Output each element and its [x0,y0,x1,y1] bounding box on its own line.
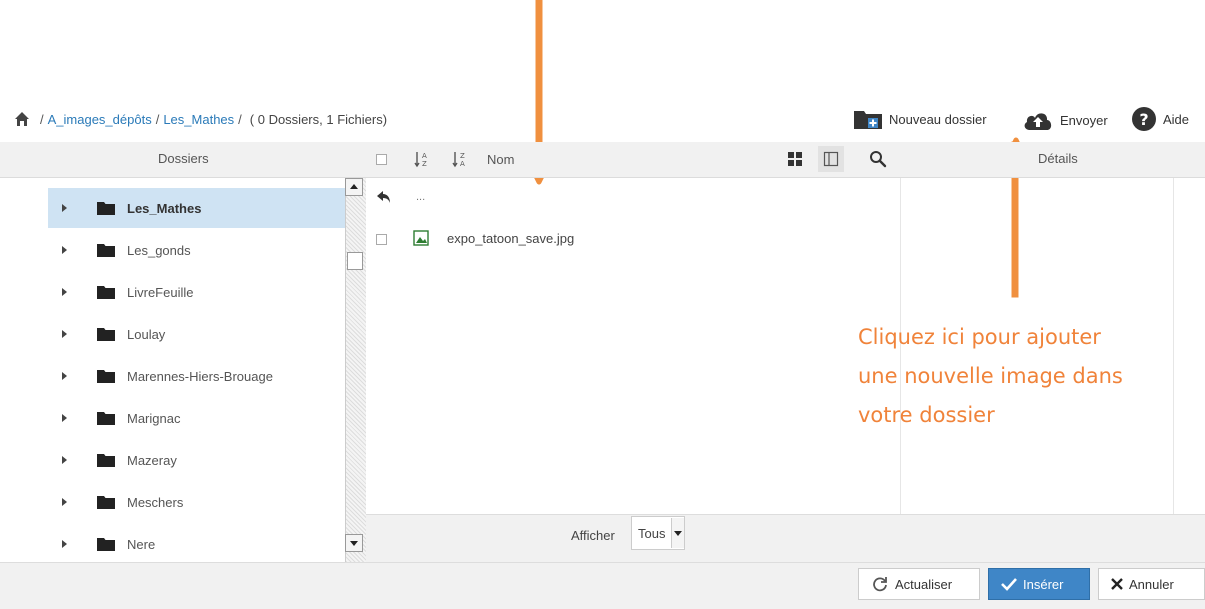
breadcrumb: / A_images_dépôts / Les_Mathes / ( 0 Dos… [14,111,387,127]
scroll-down-button[interactable] [345,534,363,552]
folder-icon [97,328,115,341]
cancel-button[interactable]: Annuler [1098,568,1205,600]
annotation-line: votre dossier [858,403,995,427]
file-row[interactable]: expo_tatoon_save.jpg [376,230,574,246]
upload-button[interactable]: Envoyer [1022,108,1108,132]
tree-item-label: Meschers [127,494,184,510]
file-checkbox[interactable] [376,233,387,245]
folders-column-header: Dossiers [158,151,209,166]
folder-icon [97,202,115,215]
svg-text:A: A [422,152,427,160]
close-icon [1111,578,1123,590]
home-icon[interactable] [14,111,30,127]
tree-item-label: Marennes-Hiers-Brouage [127,368,273,384]
tree-item[interactable]: Les_gonds [48,230,345,270]
sort-desc-icon[interactable]: Z A [452,150,468,168]
folder-summary: ( 0 Dossiers, 1 Fichiers) [249,111,388,127]
name-column-header[interactable]: Nom [487,152,514,167]
tree-item[interactable]: Loulay [48,314,345,354]
tree-item-label: Nere [127,536,156,552]
expand-caret-icon[interactable] [62,540,67,548]
parent-folder-label: ... [416,191,426,203]
new-folder-button[interactable]: Nouveau dossier [853,108,987,130]
breadcrumb-link-a-images[interactable]: A_images_dépôts [48,112,152,127]
tree-item[interactable]: Les_Mathes [48,188,345,228]
folder-tree: Les_Mathes Les_gonds LivreFeuille Loulay Mar… [0,178,345,562]
annotation-line: Cliquez ici pour ajouter [858,325,1101,349]
svg-text:Z: Z [422,160,427,168]
back-arrow-icon [377,191,390,203]
tree-item[interactable]: Marennes-Hiers-Brouage [48,356,345,396]
tree-item[interactable]: Marignac [48,398,345,438]
grid-view-icon[interactable] [787,151,803,167]
tree-item-label: LivreFeuille [127,284,194,300]
refresh-label: Actualiser [895,576,953,592]
folder-icon [97,244,115,257]
cloud-upload-icon [1024,113,1052,130]
breadcrumb-separator: / [238,111,242,127]
svg-text:Z: Z [460,152,465,160]
tree-item[interactable]: Mazeray [48,440,345,480]
columns-view-icon [823,151,839,167]
insert-label: Insérer [1023,576,1064,592]
folder-icon [97,496,115,509]
search-icon[interactable] [869,150,887,168]
filter-bar [366,514,1205,563]
annotation-text: Cliquez ici pour ajouter une nouvelle im… [858,318,1198,435]
help-label: Aide [1163,111,1190,127]
tree-item[interactable]: LivreFeuille [48,272,345,312]
refresh-icon [873,577,887,592]
dropdown-arrow-icon [671,518,685,548]
tree-item-label: Loulay [127,326,166,342]
svg-text:?: ? [1139,110,1148,129]
parent-folder-row[interactable]: ... [376,190,425,204]
expand-caret-icon[interactable] [62,288,67,296]
expand-caret-icon[interactable] [62,246,67,254]
breadcrumb-separator: / [155,111,160,127]
new-folder-label: Nouveau dossier [889,111,987,127]
filter-value: Tous [638,525,666,541]
tree-item-label: Les_gonds [127,242,191,258]
image-file-icon [413,230,429,246]
cancel-label: Annuler [1129,576,1174,592]
folder-icon [97,370,115,383]
file-name: expo_tatoon_save.jpg [447,230,575,246]
folder-tree-scrollbar[interactable] [345,178,366,562]
expand-caret-icon[interactable] [62,414,67,422]
expand-caret-icon[interactable] [62,204,67,212]
help-icon: ? [1132,107,1156,131]
expand-caret-icon[interactable] [62,330,67,338]
expand-caret-icon[interactable] [62,498,67,506]
expand-caret-icon[interactable] [62,456,67,464]
breadcrumb-separator: / [40,111,44,127]
tree-item-label: Mazeray [127,452,177,468]
refresh-button[interactable]: Actualiser [858,568,980,600]
insert-button[interactable]: Insérer [988,568,1090,600]
scroll-up-button[interactable] [345,178,363,196]
breadcrumb-link-les-mathes[interactable]: Les_Mathes [163,112,234,127]
checkmark-icon [1001,578,1017,591]
folder-icon [97,538,115,551]
help-button[interactable]: ? Aide [1131,106,1189,132]
folder-icon [97,412,115,425]
scrollbar-thumb[interactable] [347,252,363,270]
svg-text:A: A [460,160,465,168]
tree-item[interactable]: Meschers [48,482,345,522]
list-view-toggle[interactable] [818,146,844,172]
filter-label: Afficher [571,528,615,543]
select-all-checkbox[interactable] [376,154,387,165]
folder-icon [97,286,115,299]
folder-icon [97,454,115,467]
upload-label: Envoyer [1060,112,1108,128]
new-folder-icon [854,111,882,129]
tree-item[interactable]: Nere [48,524,345,562]
sort-asc-icon[interactable]: A Z [414,150,430,168]
tree-item-label: Les_Mathes [127,200,202,216]
details-column-header: Détails [1038,151,1078,166]
tree-item-label: Marignac [127,410,181,426]
annotation-line: une nouvelle image dans [858,364,1123,388]
expand-caret-icon[interactable] [62,372,67,380]
filter-select[interactable]: Tous [631,516,686,550]
